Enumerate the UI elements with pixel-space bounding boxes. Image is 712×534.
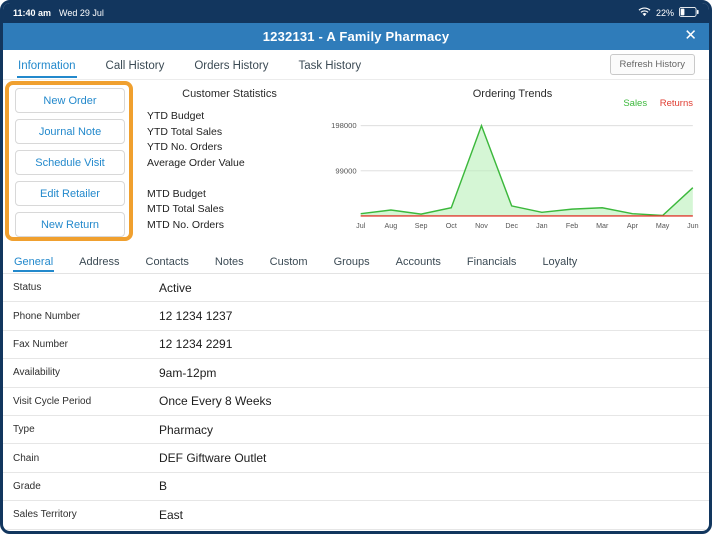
- field-label-grade: Grade: [13, 480, 41, 492]
- customer-statistics-panel: Customer Statistics YTD Budget YTD Total…: [137, 80, 322, 248]
- svg-text:Feb: Feb: [566, 222, 578, 230]
- general-details-table: Status Active Phone Number 12 1234 1237 …: [3, 274, 709, 531]
- subtab-notes[interactable]: Notes: [214, 250, 245, 272]
- svg-text:Oct: Oct: [446, 222, 457, 230]
- subtab-address[interactable]: Address: [78, 250, 120, 272]
- battery-percent: 22%: [655, 8, 674, 18]
- battery-icon: [679, 6, 699, 19]
- refresh-history-button[interactable]: Refresh History: [609, 54, 695, 75]
- field-label-visit-cycle: Visit Cycle Period: [13, 395, 92, 407]
- status-bar: 11:40 am Wed 29 Jul 22%: [3, 3, 709, 23]
- svg-text:Mar: Mar: [596, 222, 609, 230]
- svg-text:198000: 198000: [331, 121, 356, 130]
- app-header: 1232131 - A Family Pharmacy ✕: [3, 23, 709, 50]
- status-right: 22%: [638, 6, 699, 19]
- chart-header: Ordering Trends Sales Returns: [324, 84, 701, 110]
- table-row: Visit Cycle Period Once Every 8 Weeks: [3, 388, 709, 416]
- legend-returns: Returns: [659, 98, 693, 109]
- stat-ytd-budget: YTD Budget: [147, 110, 205, 122]
- tab-call-history[interactable]: Call History: [105, 52, 166, 78]
- table-row: Sales Territory East: [3, 501, 709, 530]
- clock-time: 11:40 am: [13, 8, 52, 18]
- table-row: Fax Number 12 1234 2291: [3, 331, 709, 360]
- svg-text:Dec: Dec: [505, 222, 518, 230]
- table-row: Grade B: [3, 473, 709, 502]
- subtab-accounts[interactable]: Accounts: [395, 250, 442, 272]
- legend-sales: Sales: [623, 98, 648, 109]
- field-value-grade: B: [159, 479, 168, 494]
- field-value-fax: 12 1234 2291: [159, 337, 233, 352]
- subtab-loyalty[interactable]: Loyalty: [541, 250, 578, 272]
- table-row: Phone Number 12 1234 1237: [3, 302, 709, 331]
- field-value-visit-cycle: Once Every 8 Weeks: [159, 394, 272, 409]
- field-label-chain: Chain: [13, 452, 40, 464]
- svg-text:Jul: Jul: [356, 222, 366, 230]
- field-label-phone: Phone Number: [13, 310, 81, 322]
- subtab-custom[interactable]: Custom: [269, 250, 309, 272]
- svg-text:Jan: Jan: [536, 222, 548, 230]
- svg-text:May: May: [656, 222, 670, 230]
- stat-mtd-no-orders: MTD No. Orders: [147, 218, 225, 231]
- field-label-fax: Fax Number: [13, 338, 69, 350]
- svg-text:Apr: Apr: [627, 222, 639, 230]
- tab-information[interactable]: Information: [17, 52, 77, 78]
- tab-task-history[interactable]: Task History: [297, 52, 362, 78]
- wifi-icon: [638, 7, 651, 19]
- table-row: Availability 9am-12pm: [3, 359, 709, 388]
- subtab-groups[interactable]: Groups: [333, 250, 371, 272]
- edit-retailer-button[interactable]: Edit Retailer: [15, 181, 125, 206]
- field-label-sales-territory: Sales Territory: [13, 509, 77, 521]
- svg-text:Jun: Jun: [687, 222, 699, 230]
- stat-ytd-no-orders: YTD No. Orders: [147, 141, 223, 153]
- ordering-trends-panel: Ordering Trends Sales Returns 99000 19800…: [322, 80, 709, 248]
- svg-text:Aug: Aug: [385, 222, 398, 230]
- stat-spacer: [137, 171, 322, 187]
- tab-orders-history[interactable]: Orders History: [193, 52, 269, 78]
- status-left: 11:40 am Wed 29 Jul: [13, 8, 104, 18]
- table-row: Chain DEF Giftware Outlet: [3, 444, 709, 473]
- field-value-phone: 12 1234 1237: [159, 309, 233, 324]
- svg-text:99000: 99000: [335, 166, 356, 175]
- page-title: 1232131 - A Family Pharmacy: [262, 29, 450, 44]
- table-row: Type Pharmacy: [3, 416, 709, 445]
- field-label-availability: Availability: [13, 367, 61, 379]
- new-return-button[interactable]: New Return: [15, 212, 125, 237]
- field-value-status: Active: [159, 280, 192, 295]
- field-value-chain: DEF Giftware Outlet: [159, 451, 267, 466]
- stat-mtd-budget: MTD Budget: [147, 187, 206, 200]
- journal-note-button[interactable]: Journal Note: [15, 119, 125, 144]
- subtab-general[interactable]: General: [13, 250, 55, 272]
- field-label-type: Type: [13, 424, 35, 436]
- field-value-availability: 9am-12pm: [159, 365, 217, 380]
- subtab-financials[interactable]: Financials: [466, 250, 518, 272]
- new-order-button[interactable]: New Order: [15, 88, 125, 113]
- quick-actions-panel: New Order Journal Note Schedule Visit Ed…: [3, 80, 137, 248]
- schedule-visit-button[interactable]: Schedule Visit: [15, 150, 125, 175]
- table-row: Status Active: [3, 274, 709, 303]
- field-value-sales-territory: East: [159, 507, 184, 522]
- close-icon[interactable]: ✕: [684, 26, 697, 44]
- field-label-status: Status: [13, 282, 42, 294]
- ordering-trends-chart: 99000 198000 Jul Aug Sep Oct Nov Dec Jan Feb Mar Ap…: [331, 121, 699, 230]
- stat-average-order-value: Average Order Value: [147, 156, 245, 169]
- clock-date: Wed 29 Jul: [59, 8, 104, 18]
- svg-text:Sep: Sep: [415, 222, 428, 230]
- customer-statistics-title: Customer Statistics: [182, 88, 277, 100]
- field-value-type: Pharmacy: [159, 422, 214, 437]
- main-tab-bar: Information Call History Orders History …: [3, 50, 709, 80]
- detail-tab-bar: General Address Contacts Notes Custom Gr…: [3, 248, 709, 274]
- svg-text:Nov: Nov: [475, 222, 488, 230]
- app-window: 11:40 am Wed 29 Jul 22% 1232131 - A Fami…: [0, 0, 712, 534]
- stat-mtd-total-sales: MTD Total Sales: [147, 203, 224, 215]
- stat-ytd-total-sales: YTD Total Sales: [147, 125, 223, 138]
- chart-legend: Sales Returns: [613, 98, 693, 109]
- top-section: New Order Journal Note Schedule Visit Ed…: [3, 80, 709, 248]
- subtab-contacts[interactable]: Contacts: [145, 250, 190, 272]
